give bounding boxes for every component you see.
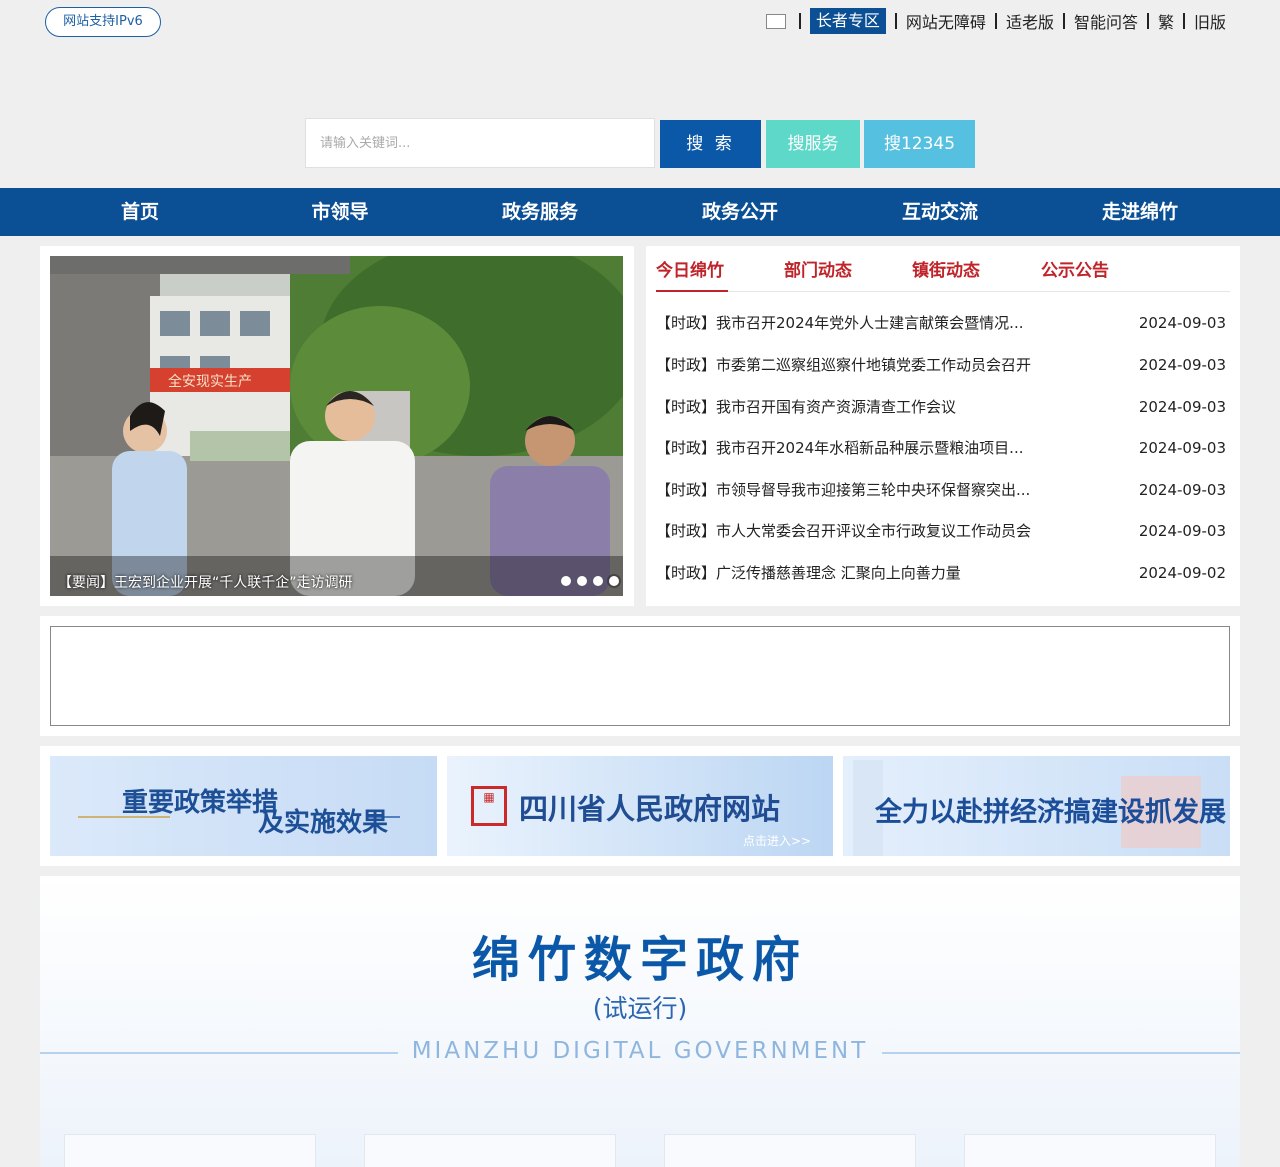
news-item[interactable]: 【时政】广泛传播慈善理念 汇聚向上向善力量 2024-09-02 xyxy=(656,552,1226,594)
top-links: 长者专区 网站无障碍 适老版 智能问答 繁 旧版 xyxy=(765,8,1226,34)
nav-home[interactable]: 首页 xyxy=(80,188,200,236)
news-date: 2024-09-03 xyxy=(1138,481,1226,499)
news-item[interactable]: 【时政】市领导督导我市迎接第三轮中央环保督察突出... 2024-09-03 xyxy=(656,469,1226,511)
digital-gov-section: 绵竹数字政府 (试运行) MIANZHU DIGITAL GOVERNMENT xyxy=(40,876,1240,1167)
service-card[interactable] xyxy=(364,1134,616,1167)
accessibility-link[interactable]: 网站无障碍 xyxy=(906,9,986,33)
enter-link[interactable]: 点击进入>> xyxy=(743,832,811,849)
smart-qa-link[interactable]: 智能问答 xyxy=(1074,9,1138,33)
service-card[interactable] xyxy=(664,1134,916,1167)
news-date: 2024-09-03 xyxy=(1138,398,1226,416)
news-title[interactable]: 【时政】我市召开2024年水稻新品种展示暨粮油项目... xyxy=(656,427,1096,469)
news-item[interactable]: 【时政】我市召开国有资产资源清查工作会议 2024-09-03 xyxy=(656,386,1226,428)
policy-line-1: 重要政策举措 xyxy=(122,788,279,818)
search-12345-button[interactable]: 搜12345 xyxy=(864,120,975,168)
divider xyxy=(1146,13,1149,29)
nav-city-leaders[interactable]: 市领导 xyxy=(280,188,400,236)
news-date: 2024-09-03 xyxy=(1138,314,1226,332)
tab-town-news[interactable]: 镇街动态 xyxy=(912,256,980,292)
digital-gov-title: 绵竹数字政府 xyxy=(471,932,808,988)
news-title[interactable]: 【时政】市领导督导我市迎接第三轮中央环保督察突出... xyxy=(656,469,1096,511)
news-photo: 全安现实生产 xyxy=(50,256,623,596)
old-version-link[interactable]: 旧版 xyxy=(1194,9,1226,33)
news-date: 2024-09-02 xyxy=(1138,564,1226,582)
news-title[interactable]: 【时政】广泛传播慈善理念 汇聚向上向善力量 xyxy=(656,552,1096,594)
traditional-chinese-link[interactable]: 繁 xyxy=(1158,9,1174,33)
nav-gov-affairs[interactable]: 政务公开 xyxy=(680,188,800,236)
search-service-button[interactable]: 搜服务 xyxy=(766,120,860,168)
news-item[interactable]: 【时政】市人大常委会召开评议全市行政复议工作动员会 2024-09-03 xyxy=(656,510,1226,552)
nav-interaction[interactable]: 互动交流 xyxy=(880,188,1000,236)
slide-dot[interactable] xyxy=(561,576,571,586)
news-title[interactable]: 【时政】我市召开2024年党外人士建言献策会暨情况... xyxy=(656,302,1096,344)
red-banner-text: 全安现实生产 xyxy=(168,373,252,390)
news-title[interactable]: 【时政】我市召开国有资产资源清查工作会议 xyxy=(656,386,1096,428)
slide-dot-active[interactable] xyxy=(609,576,619,586)
news-item[interactable]: 【时政】市委第二巡察组巡察什地镇党委工作动员会召开 2024-09-03 xyxy=(656,344,1226,386)
slide-caption[interactable]: 【要闻】王宏到企业开展“千人联千企”走访调研 xyxy=(58,572,353,592)
nav-about-mianzhu[interactable]: 走进绵竹 xyxy=(1080,188,1200,236)
tab-announcements[interactable]: 公示公告 xyxy=(1041,256,1109,292)
news-slideshow[interactable]: 全安现实生产 【要闻】王宏到企业开展“千人联千企”走访调研 xyxy=(50,256,623,596)
news-item[interactable]: 【时政】我市召开2024年党外人士建言献策会暨情况... 2024-09-03 xyxy=(656,302,1226,344)
policy-banner[interactable]: 重要政策举措 及实施效果 xyxy=(50,756,437,856)
divider xyxy=(1062,13,1065,29)
tab-today-mianzhu[interactable]: 今日绵竹 xyxy=(656,256,728,292)
slide-dot[interactable] xyxy=(577,576,587,586)
nav-gov-services[interactable]: 政务服务 xyxy=(480,188,600,236)
senior-version-link[interactable]: 适老版 xyxy=(1006,9,1054,33)
divider xyxy=(894,13,897,29)
service-card[interactable] xyxy=(64,1134,316,1167)
economy-banner[interactable]: 全力以赴拼经济搞建设抓发展 xyxy=(843,756,1230,856)
search-button[interactable]: 搜 索 xyxy=(660,120,761,168)
search-input[interactable] xyxy=(305,118,655,168)
digital-gov-subtitle: (试运行) xyxy=(592,994,688,1023)
news-date: 2024-09-03 xyxy=(1138,356,1226,374)
divider xyxy=(798,13,801,29)
tab-department-news[interactable]: 部门动态 xyxy=(784,256,852,292)
news-date: 2024-09-03 xyxy=(1138,522,1226,540)
province-gov-banner[interactable]: ▦ 四川省人民政府网站 点击进入>> xyxy=(447,756,833,856)
news-tabs: 今日绵竹 部门动态 镇街动态 公示公告 xyxy=(656,256,1230,292)
slide-indicators xyxy=(555,576,619,586)
policy-line-2: 及实施效果 xyxy=(258,808,389,838)
news-title[interactable]: 【时政】市人大常委会召开评议全市行政复议工作动员会 xyxy=(656,510,1096,552)
main-nav: 首页 市领导 政务服务 政务公开 互动交流 走进绵竹 xyxy=(0,188,1280,236)
seal-icon: ▦ xyxy=(471,786,507,826)
digital-gov-english: MIANZHU DIGITAL GOVERNMENT xyxy=(411,1038,869,1064)
elder-zone-link[interactable]: 长者专区 xyxy=(809,8,886,34)
news-item[interactable]: 【时政】我市召开2024年水稻新品种展示暨粮油项目... 2024-09-03 xyxy=(656,427,1226,469)
slide-dot[interactable] xyxy=(593,576,603,586)
divider xyxy=(1182,13,1185,29)
service-card[interactable] xyxy=(964,1134,1216,1167)
divider xyxy=(994,13,997,29)
province-gov-title: 四川省人民政府网站 xyxy=(519,792,781,826)
ipv6-badge[interactable]: 网站支持IPv6 xyxy=(45,7,161,37)
news-title[interactable]: 【时政】市委第二巡察组巡察什地镇党委工作动员会召开 xyxy=(656,344,1096,386)
color-toggle-icon[interactable] xyxy=(765,13,786,29)
economy-slogan: 全力以赴拼经济搞建设抓发展 xyxy=(875,797,1226,828)
ad-placeholder xyxy=(50,626,1230,726)
news-date: 2024-09-03 xyxy=(1138,439,1226,457)
